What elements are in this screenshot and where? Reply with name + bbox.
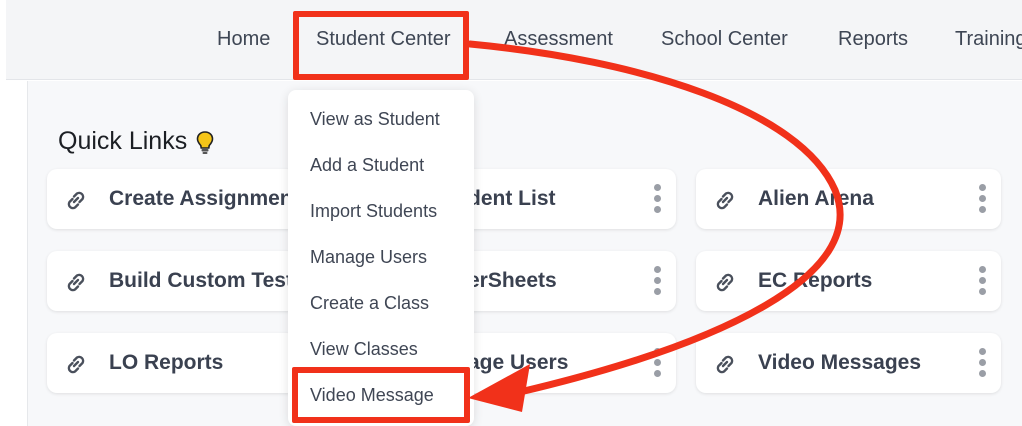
nav-school-center[interactable]: School Center [661, 28, 788, 51]
kebab-menu-icon[interactable] [979, 266, 987, 296]
quick-link-card[interactable]: Build Custom Test [47, 251, 297, 311]
quick-link-card[interactable]: Video Messages [696, 333, 1001, 393]
left-rail [6, 81, 28, 426]
quick-link-card[interactable]: Alien Arena [696, 169, 1001, 229]
link-icon [67, 273, 85, 292]
quick-links-title: Quick Links [58, 127, 188, 155]
card-label: erSheets [468, 269, 557, 292]
highlight-box-student-center [293, 11, 469, 80]
lightbulb-icon [196, 131, 214, 154]
link-icon [67, 355, 85, 374]
kebab-menu-icon[interactable] [979, 348, 987, 378]
menu-item-view-classes[interactable]: View Classes [310, 339, 418, 360]
kebab-menu-icon[interactable] [654, 266, 662, 296]
nav-home[interactable]: Home [217, 28, 270, 51]
quick-link-card[interactable]: LO Reports [47, 333, 297, 393]
quick-link-card[interactable]: EC Reports [696, 251, 1001, 311]
card-label: Video Messages [758, 351, 922, 374]
highlight-box-video-message [292, 367, 470, 423]
card-label: Create Assignment [109, 187, 300, 210]
link-icon [716, 191, 734, 210]
link-icon [716, 273, 734, 292]
menu-item-manage-users[interactable]: Manage Users [310, 247, 427, 268]
menu-item-create-a-class[interactable]: Create a Class [310, 293, 429, 314]
card-label: EC Reports [758, 269, 873, 292]
menu-item-import-students[interactable]: Import Students [310, 201, 437, 222]
kebab-menu-icon[interactable] [654, 184, 662, 214]
link-icon [67, 191, 85, 210]
menu-item-add-a-student[interactable]: Add a Student [310, 155, 424, 176]
quick-link-card[interactable]: Create Assignment [47, 169, 300, 229]
kebab-menu-icon[interactable] [654, 348, 662, 378]
card-label: dent List [468, 187, 556, 210]
kebab-menu-icon[interactable] [979, 184, 987, 214]
card-label: LO Reports [109, 351, 224, 374]
menu-item-view-as-student[interactable]: View as Student [310, 109, 440, 130]
nav-assessment[interactable]: Assessment [504, 28, 613, 51]
link-icon [716, 355, 734, 374]
card-label: Alien Arena [758, 187, 874, 210]
top-nav-bar: Home Student Center Assessment School Ce… [6, 0, 1022, 80]
card-label: Build Custom Test [109, 269, 293, 292]
nav-training[interactable]: Training [955, 28, 1022, 51]
card-label: age Users [468, 351, 569, 374]
nav-reports[interactable]: Reports [838, 28, 908, 51]
